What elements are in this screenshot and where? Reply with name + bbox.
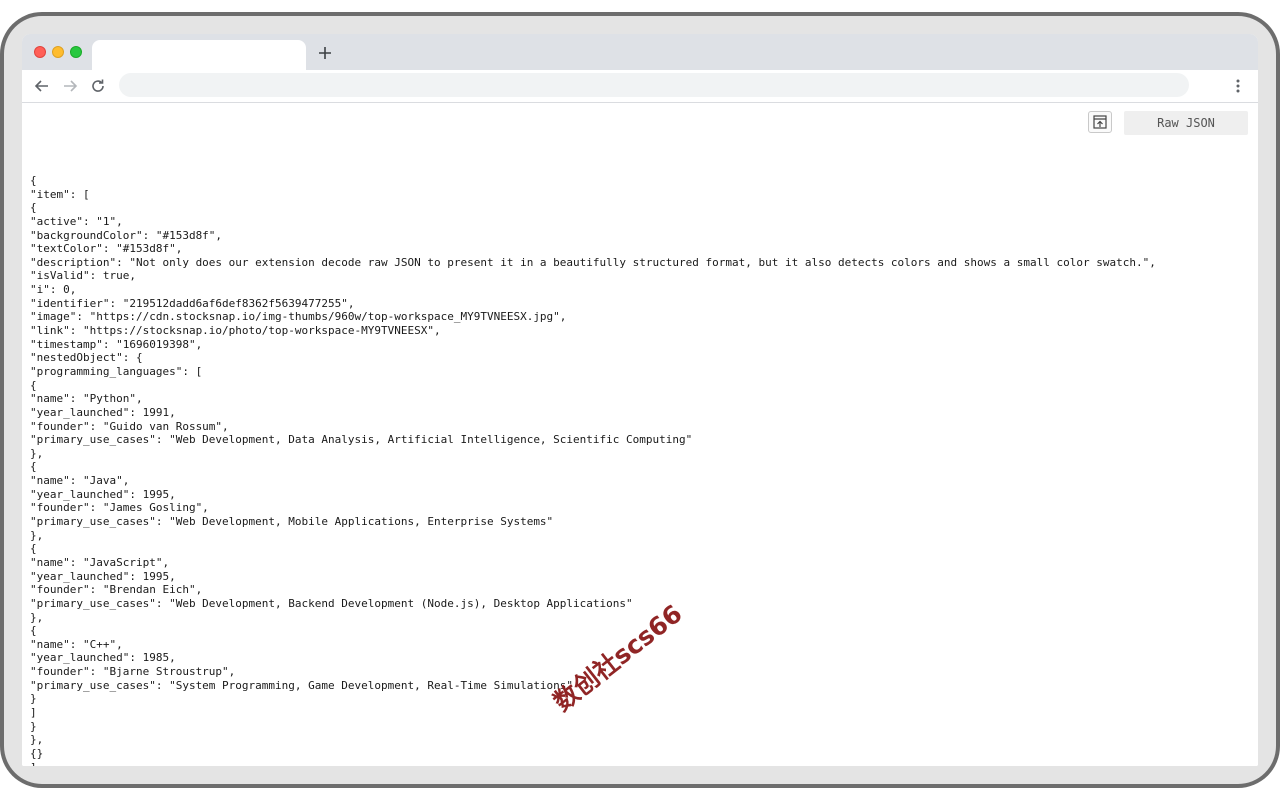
json-line: "image": "https://cdn.stocksnap.io/img-t… [30, 310, 567, 324]
raw-json-button[interactable]: Raw JSON [1124, 111, 1248, 135]
json-line: }, [30, 528, 44, 542]
json-line: "primary_use_cases": "Web Development, D… [30, 433, 693, 447]
json-line: }, [30, 733, 44, 747]
minimize-window-button[interactable] [52, 46, 64, 58]
close-window-button[interactable] [34, 46, 46, 58]
json-line: { [30, 378, 37, 392]
json-line: ] [30, 761, 1156, 766]
address-bar[interactable] [119, 73, 1189, 97]
json-line: "name": "C++", [30, 637, 123, 651]
more-vertical-icon [1236, 79, 1240, 93]
json-line: "year_launched": 1991, [30, 405, 176, 419]
json-line: "identifier": "219512dadd6af6def8362f563… [30, 296, 355, 310]
json-line: "textColor": "#153d8f", [30, 242, 183, 256]
json-line: "founder": "Brendan Eich", [30, 583, 203, 597]
json-line: "name": "JavaScript", [30, 555, 170, 569]
json-line: "founder": "James Gosling", [30, 501, 209, 515]
json-line: { [30, 201, 37, 215]
json-line: "founder": "Guido van Rossum", [30, 419, 229, 433]
json-line: "description": "Not only does our extens… [30, 255, 1156, 269]
json-line: "nestedObject": { [30, 351, 143, 365]
browser-menu-button[interactable] [1228, 76, 1248, 96]
json-line: "backgroundColor": "#153d8f", [30, 228, 223, 242]
json-line: { [30, 174, 37, 187]
open-in-window-button[interactable] [1088, 111, 1112, 133]
json-line: "isValid": true, [30, 269, 136, 283]
plus-icon [319, 47, 331, 59]
json-line: } [30, 719, 37, 733]
back-button[interactable] [32, 76, 52, 96]
open-in-window-icon [1093, 115, 1107, 129]
json-line: "name": "Java", [30, 474, 130, 488]
json-line: { [30, 624, 37, 638]
json-line: "name": "Python", [30, 392, 143, 406]
json-line: "active": "1", [30, 214, 123, 228]
json-line: {} [30, 746, 44, 760]
json-line: "timestamp": "1696019398", [30, 337, 203, 351]
arrow-right-icon [64, 80, 78, 92]
maximize-window-button[interactable] [70, 46, 82, 58]
json-line: }, [30, 610, 44, 624]
json-line: ] [30, 705, 37, 719]
json-line: "primary_use_cases": "Web Development, M… [30, 515, 554, 529]
tab-strip [22, 34, 1258, 70]
json-line: { [30, 542, 37, 556]
arrow-left-icon [34, 80, 48, 92]
json-line: "year_launched": 1995, [30, 569, 176, 583]
json-line: }, [30, 446, 44, 460]
browser-toolbar [22, 70, 1258, 103]
active-tab[interactable] [92, 40, 306, 70]
json-line: "item": [ [30, 187, 90, 201]
forward-button[interactable] [60, 76, 80, 96]
json-line: "i": 0, [30, 283, 77, 297]
json-line: "link": "https://stocksnap.io/photo/top-… [30, 324, 441, 338]
json-line: { [30, 460, 37, 474]
json-line: "year_launched": 1995, [30, 487, 176, 501]
new-tab-button[interactable] [314, 42, 336, 64]
reload-button[interactable] [88, 76, 108, 96]
page-content: Raw JSON {"item": [{"active": "1", "backg… [22, 103, 1258, 766]
json-line: "primary_use_cases": "Web Development, B… [30, 596, 633, 610]
reload-icon [92, 79, 104, 92]
json-line: "programming_languages": [ [30, 364, 203, 378]
